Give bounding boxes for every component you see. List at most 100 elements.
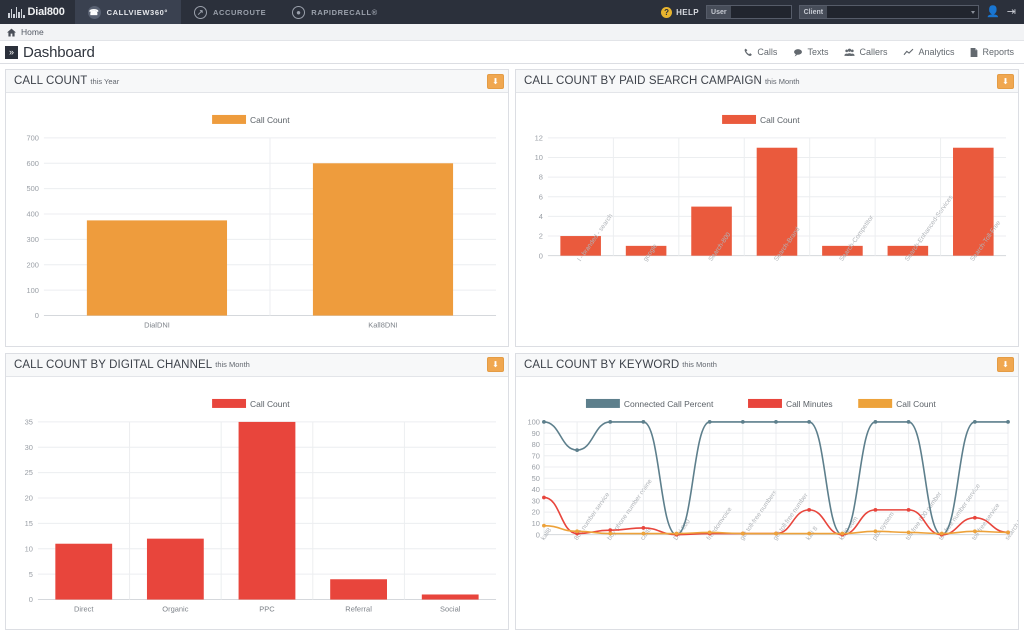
- page-header: » Dashboard Calls Texts Callers Analytic…: [0, 41, 1024, 64]
- tab-texts[interactable]: Texts: [793, 47, 828, 57]
- route-circle-icon: ↗: [193, 5, 207, 19]
- section-tabs: Calls Texts Callers Analytics Reports: [744, 47, 1014, 57]
- nav-right-group: ? HELP User Client 👤 ⇥: [661, 0, 1024, 24]
- panel-title: CALL COUNT: [14, 75, 88, 87]
- user-input[interactable]: [730, 6, 791, 18]
- breadcrumb-home-link[interactable]: Home: [21, 27, 44, 37]
- svg-text:8: 8: [539, 173, 543, 182]
- svg-text:Referral: Referral: [345, 604, 372, 613]
- chart-digital-channel: Call Count 0 5 10 15 20 25 30 35 Direct Organic PPC…: [6, 377, 508, 630]
- svg-text:Call Minutes: Call Minutes: [786, 398, 833, 408]
- tab-analytics[interactable]: Analytics: [903, 47, 954, 57]
- waveform-icon: [8, 6, 25, 18]
- panel-subtitle: this Month: [764, 76, 800, 86]
- tab-label: Analytics: [918, 47, 955, 57]
- panel-subtitle: this Month: [682, 360, 717, 369]
- people-icon: [844, 48, 856, 56]
- svg-text:300: 300: [26, 235, 38, 244]
- svg-text:90: 90: [532, 428, 540, 437]
- product-tab-accuroute[interactable]: ↗ ACCUROUTE: [181, 0, 279, 24]
- svg-text:6: 6: [539, 192, 543, 201]
- question-mark-icon: ?: [661, 6, 673, 18]
- user-icon[interactable]: 👤: [986, 6, 1000, 18]
- panel-header: CALL COUNT BY PAID SEARCH CAMPAIGN this …: [516, 70, 1018, 93]
- svg-text:200: 200: [26, 260, 38, 269]
- svg-text:Kall8DNI: Kall8DNI: [368, 321, 397, 330]
- svg-text:0: 0: [29, 595, 33, 604]
- product-tab-label: ACCUROUTE: [212, 7, 267, 17]
- product-tab-rapidrecall[interactable]: ● RAPIDRECALL®: [279, 0, 390, 24]
- svg-text:100: 100: [26, 286, 38, 295]
- tab-callers[interactable]: Callers: [844, 47, 887, 57]
- svg-text:60: 60: [532, 462, 540, 471]
- logout-icon[interactable]: ⇥: [1007, 6, 1016, 18]
- tab-reports[interactable]: Reports: [970, 47, 1014, 57]
- svg-text:0: 0: [539, 251, 543, 260]
- panel-title: CALL COUNT BY PAID SEARCH CAMPAIGN: [524, 75, 762, 87]
- panel-header: CALL COUNT BY KEYWORD this Month ⬇: [516, 353, 1018, 377]
- chevron-down-icon[interactable]: [967, 6, 979, 18]
- svg-text:Call Count: Call Count: [250, 398, 290, 408]
- panel-header: CALL COUNT BY DIGITAL CHANNEL this Month…: [6, 353, 508, 377]
- svg-text:10: 10: [535, 153, 543, 162]
- svg-text:10: 10: [532, 519, 540, 528]
- download-icon[interactable]: ⬇: [997, 73, 1014, 89]
- brand-name: Dial800: [27, 6, 65, 18]
- svg-text:15: 15: [25, 519, 33, 528]
- svg-text:2: 2: [539, 232, 543, 241]
- user-field[interactable]: User: [706, 5, 792, 19]
- chart-call-count: Call Count 0 100 200 300 400 500 600 700 DialDNI K…: [6, 93, 508, 346]
- download-icon[interactable]: ⬇: [997, 357, 1014, 372]
- dashboard-grid: CALL COUNT this Year ⬇ Call Count 0 100 200…: [0, 64, 1024, 635]
- client-input[interactable]: [827, 6, 968, 18]
- svg-text:Connected Call Percent: Connected Call Percent: [624, 398, 714, 408]
- tab-calls[interactable]: Calls: [744, 47, 777, 57]
- user-field-label: User: [707, 6, 731, 18]
- svg-text:40: 40: [532, 485, 540, 494]
- svg-text:DialDNI: DialDNI: [144, 321, 170, 330]
- download-icon[interactable]: ⬇: [487, 73, 504, 89]
- svg-text:12: 12: [535, 134, 543, 143]
- product-tab-callview360[interactable]: ☎ CALLVIEW360°: [74, 0, 181, 24]
- svg-text:0: 0: [35, 311, 39, 320]
- chart-line-icon: [904, 48, 914, 55]
- svg-text:400: 400: [26, 210, 38, 219]
- phone-circle-icon: ☎: [87, 5, 101, 19]
- svg-text:Call Count: Call Count: [896, 398, 936, 408]
- panel-title: CALL COUNT BY DIGITAL CHANNEL: [14, 358, 213, 371]
- svg-text:35: 35: [25, 417, 33, 426]
- chart-paid-search-campaign: Call Count 0 2 4 6 8 10 12 l - branded - search g…: [516, 93, 1018, 346]
- svg-text:Search-Enhanced-Services: Search-Enhanced-Services: [904, 194, 955, 263]
- download-icon[interactable]: ⬇: [487, 357, 504, 372]
- bulb-circle-icon: ●: [292, 5, 306, 19]
- svg-text:Call Count: Call Count: [250, 115, 290, 125]
- svg-text:700: 700: [26, 134, 38, 143]
- svg-text:10: 10: [25, 544, 33, 553]
- chart-keyword: Connected Call Percent Call Minutes Call C…: [516, 377, 1018, 630]
- svg-text:5: 5: [29, 569, 33, 578]
- svg-text:80: 80: [532, 440, 540, 449]
- svg-text:20: 20: [25, 493, 33, 502]
- client-field-label: Client: [799, 6, 828, 18]
- expand-chevron-icon[interactable]: »: [5, 45, 18, 59]
- svg-text:4: 4: [539, 212, 543, 221]
- page-title: Dashboard: [23, 43, 95, 61]
- svg-text:Direct: Direct: [74, 604, 94, 613]
- brand-logo[interactable]: Dial800: [0, 0, 75, 24]
- product-tab-label: RAPIDRECALL®: [311, 7, 378, 17]
- panel-title: CALL COUNT BY KEYWORD: [524, 358, 680, 371]
- panel-call-count-paid-search: CALL COUNT BY PAID SEARCH CAMPAIGN this …: [515, 69, 1019, 347]
- document-icon: [971, 47, 978, 57]
- svg-text:25: 25: [25, 468, 33, 477]
- tab-label: Reports: [982, 47, 1014, 57]
- svg-text:50: 50: [532, 473, 540, 482]
- svg-text:500: 500: [26, 184, 38, 193]
- product-tab-label: CALLVIEW360°: [106, 7, 168, 17]
- client-field[interactable]: Client: [798, 5, 980, 19]
- svg-text:20: 20: [532, 507, 540, 516]
- svg-text:Social: Social: [440, 604, 461, 613]
- panel-subtitle: this Year: [90, 76, 120, 86]
- svg-text:30: 30: [25, 442, 33, 451]
- help-link[interactable]: ? HELP: [661, 6, 699, 18]
- breadcrumb: Home: [0, 24, 1024, 41]
